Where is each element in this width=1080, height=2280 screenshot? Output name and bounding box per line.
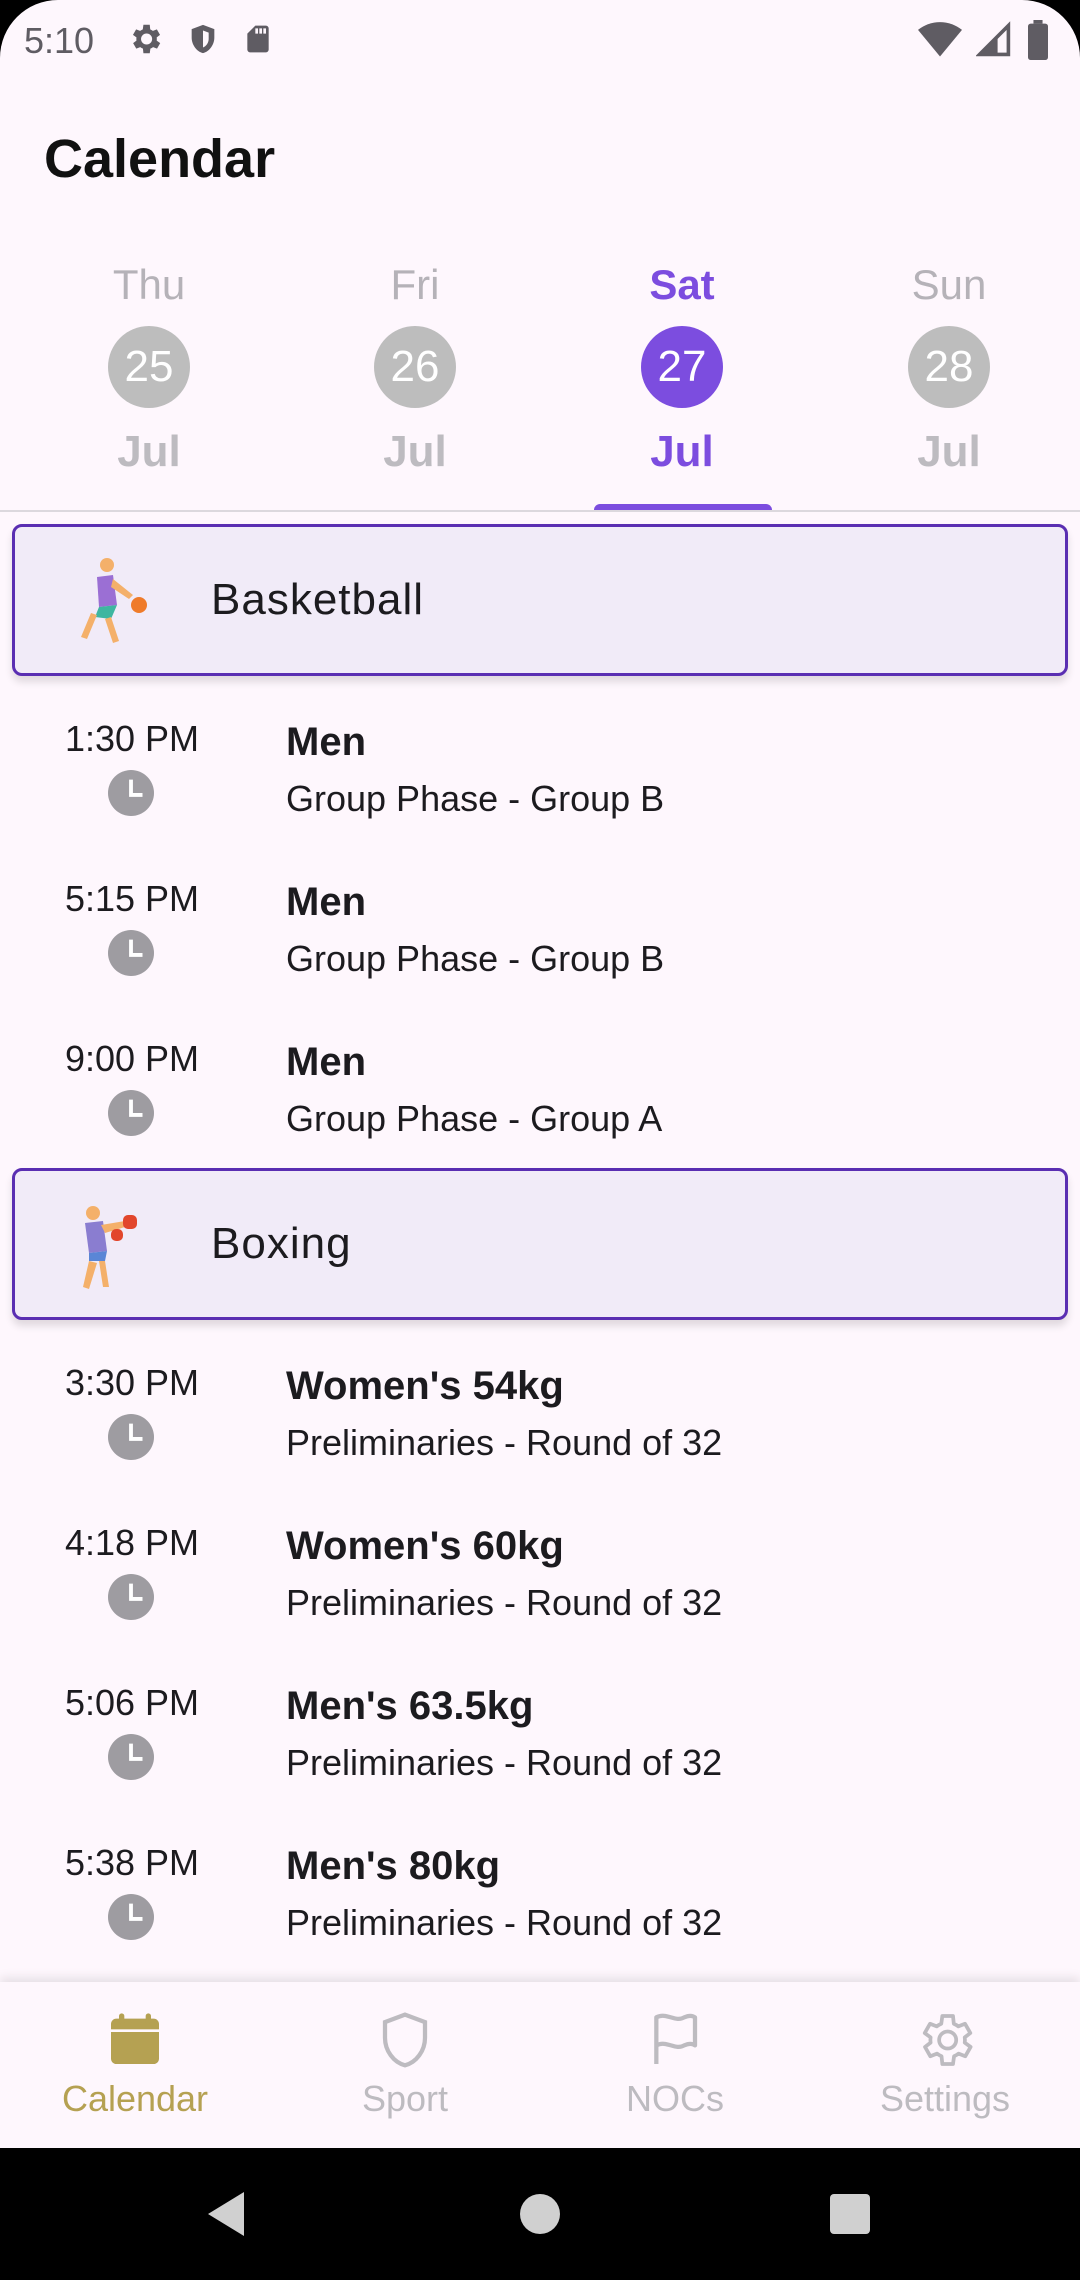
back-icon[interactable] <box>204 2188 248 2240</box>
boxer-icon <box>83 1206 137 1289</box>
date-tab-fri[interactable]: Fri 26 Jul <box>282 250 548 512</box>
clock-icon <box>108 1414 154 1460</box>
date-tab-thu[interactable]: Thu 25 Jul <box>16 250 282 512</box>
home-icon[interactable] <box>518 2188 562 2240</box>
cell-signal-icon <box>976 21 1011 57</box>
day-of-week: Fri <box>390 261 440 308</box>
sport-header-boxing[interactable]: Boxing <box>12 1168 1068 1320</box>
nav-item-sport[interactable]: Sport <box>270 1982 540 2148</box>
event-time: 4:18 PM <box>64 1522 200 1563</box>
event-subtitle: Preliminaries - Round of 32 <box>286 1422 723 1463</box>
shield-icon <box>191 24 215 54</box>
clock-icon <box>108 1894 154 1940</box>
clock-icon <box>108 1090 154 1136</box>
sport-header-basketball[interactable]: Basketball <box>12 524 1068 676</box>
wifi-icon <box>918 22 962 57</box>
event-row[interactable]: 3:30 PM Women's 54kg Preliminaries - Rou… <box>0 1320 1080 1480</box>
event-subtitle: Preliminaries - Round of 32 <box>286 1742 723 1783</box>
date-tabs: Thu 25 Jul Fri 26 Jul Sat 27 Jul Sun 28 … <box>0 250 1080 512</box>
nav-label: Calendar <box>61 2078 209 2119</box>
month-label: Jul <box>650 427 714 476</box>
event-row[interactable]: 5:15 PM Men Group Phase - Group B <box>0 836 1080 996</box>
date-tab-sat[interactable]: Sat 27 Jul <box>549 250 815 512</box>
clock-icon <box>108 770 154 816</box>
nav-label: Settings <box>879 2078 1011 2119</box>
event-time: 1:30 PM <box>64 718 200 759</box>
app-screen: 5:10 Calendar Thu 25 Jul Fri 26 Jul Sat … <box>0 0 1080 2148</box>
date-tab-sun[interactable]: Sun 28 Jul <box>816 250 1080 512</box>
nav-item-calendar[interactable]: Calendar <box>0 1982 270 2148</box>
event-title: Men's 63.5kg <box>286 1684 534 1728</box>
event-title: Women's 60kg <box>286 1524 564 1568</box>
shield-icon <box>382 2012 428 2068</box>
event-row[interactable]: 5:38 PM Men's 80kg Preliminaries - Round… <box>0 1800 1080 1960</box>
status-time: 5:10 <box>24 20 95 61</box>
day-number: 25 <box>108 326 190 408</box>
day-number: 27 <box>641 326 723 408</box>
calendar-icon <box>111 2013 159 2064</box>
nav-item-nocs[interactable]: NOCs <box>540 1982 810 2148</box>
battery-icon <box>1028 20 1048 60</box>
event-row[interactable]: 5:06 PM Men's 63.5kg Preliminaries - Rou… <box>0 1640 1080 1800</box>
event-time: 9:00 PM <box>64 1038 200 1079</box>
event-subtitle: Group Phase - Group A <box>286 1098 663 1139</box>
recents-icon[interactable] <box>828 2188 872 2240</box>
event-time: 3:30 PM <box>64 1362 200 1403</box>
event-subtitle: Group Phase - Group B <box>286 938 665 979</box>
nav-label: NOCs <box>626 2078 724 2119</box>
month-label: Jul <box>383 427 447 476</box>
clock-icon <box>108 1574 154 1620</box>
event-row[interactable]: 9:00 PM Men Group Phase - Group A <box>0 996 1080 1156</box>
sport-name: Boxing <box>211 1219 352 1268</box>
system-navigation-bar <box>0 2148 1080 2280</box>
basketball-player-icon <box>81 558 147 643</box>
schedule-list[interactable]: Basketball 1:30 PM Men Group Phase - Gro… <box>0 512 1080 1982</box>
gear-icon <box>922 2014 973 2066</box>
event-time: 5:38 PM <box>64 1842 200 1883</box>
event-subtitle: Group Phase - Group B <box>286 778 665 819</box>
day-number: 28 <box>908 326 990 408</box>
nav-item-settings[interactable]: Settings <box>810 1982 1080 2148</box>
sd-card-icon <box>247 25 269 53</box>
month-label: Jul <box>917 427 981 476</box>
sport-name: Basketball <box>211 575 425 624</box>
event-subtitle: Preliminaries - Round of 32 <box>286 1582 723 1623</box>
day-of-week: Thu <box>112 261 186 308</box>
bottom-navigation: Calendar Sport NOCs Settings <box>0 1982 1080 2148</box>
event-subtitle: Preliminaries - Round of 32 <box>286 1902 723 1943</box>
month-label: Jul <box>117 427 181 476</box>
page-title: Calendar <box>44 129 276 189</box>
day-number: 26 <box>374 326 456 408</box>
clock-icon <box>108 930 154 976</box>
event-row[interactable]: 1:30 PM Men Group Phase - Group B <box>0 676 1080 836</box>
status-bar: 5:10 <box>0 0 1080 86</box>
day-of-week: Sun <box>911 261 987 308</box>
clock-icon <box>108 1734 154 1780</box>
flag-icon <box>654 2013 698 2064</box>
gear-icon <box>132 24 161 54</box>
nav-label: Sport <box>361 2078 449 2119</box>
event-time: 5:06 PM <box>64 1682 200 1723</box>
event-row[interactable]: 4:18 PM Women's 60kg Preliminaries - Rou… <box>0 1480 1080 1640</box>
day-of-week: Sat <box>649 261 715 308</box>
event-title: Men's 80kg <box>286 1844 501 1888</box>
event-title: Men <box>286 880 366 924</box>
event-time: 5:15 PM <box>64 878 200 919</box>
event-title: Men <box>286 720 366 764</box>
event-title: Men <box>286 1040 366 1084</box>
event-title: Women's 54kg <box>286 1364 564 1408</box>
